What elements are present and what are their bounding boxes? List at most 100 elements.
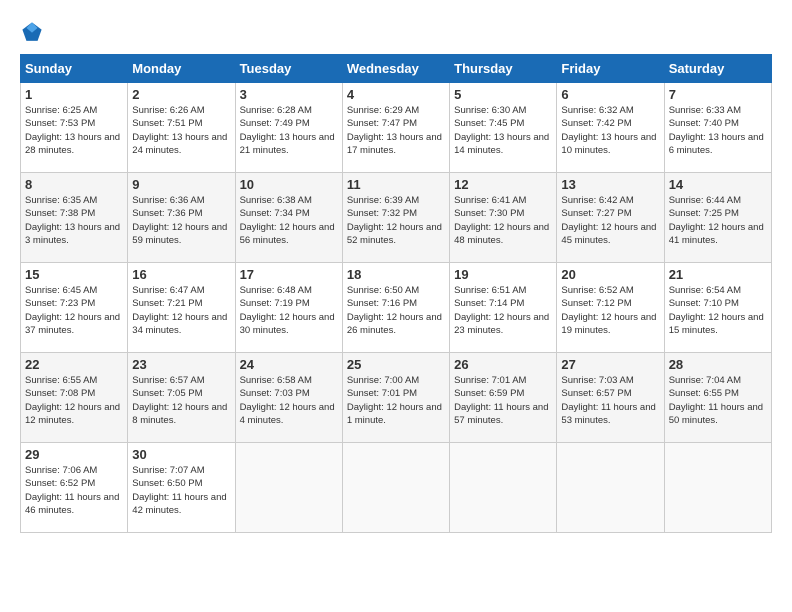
day-info: Sunrise: 6:45 AMSunset: 7:23 PMDaylight:… (25, 284, 123, 337)
calendar-cell: 13 Sunrise: 6:42 AMSunset: 7:27 PMDayligh… (557, 173, 664, 263)
calendar-cell: 21 Sunrise: 6:54 AMSunset: 7:10 PMDayligh… (664, 263, 771, 353)
day-number: 13 (561, 177, 659, 192)
day-number: 12 (454, 177, 552, 192)
calendar-cell: 4 Sunrise: 6:29 AMSunset: 7:47 PMDaylight… (342, 83, 449, 173)
day-info: Sunrise: 6:54 AMSunset: 7:10 PMDaylight:… (669, 284, 767, 337)
logo-icon (20, 20, 44, 44)
day-number: 26 (454, 357, 552, 372)
calendar-cell: 24 Sunrise: 6:58 AMSunset: 7:03 PMDayligh… (235, 353, 342, 443)
calendar-cell: 12 Sunrise: 6:41 AMSunset: 7:30 PMDayligh… (450, 173, 557, 263)
day-number: 19 (454, 267, 552, 282)
day-info: Sunrise: 6:57 AMSunset: 7:05 PMDaylight:… (132, 374, 230, 427)
calendar-cell: 22 Sunrise: 6:55 AMSunset: 7:08 PMDayligh… (21, 353, 128, 443)
calendar-cell: 6Sunrise: 6:32 AMSunset: 7:42 PMDaylight… (557, 83, 664, 173)
calendar-week-4: 22 Sunrise: 6:55 AMSunset: 7:08 PMDayligh… (21, 353, 772, 443)
day-number: 15 (25, 267, 123, 282)
calendar-cell: 28Sunrise: 7:04 AMSunset: 6:55 PMDayligh… (664, 353, 771, 443)
logo (20, 20, 48, 44)
day-info: Sunrise: 6:39 AMSunset: 7:32 PMDaylight:… (347, 194, 445, 247)
calendar-cell: 19 Sunrise: 6:51 AMSunset: 7:14 PMDayligh… (450, 263, 557, 353)
calendar-cell: 7 Sunrise: 6:33 AMSunset: 7:40 PMDaylight… (664, 83, 771, 173)
calendar-cell: 5 Sunrise: 6:30 AMSunset: 7:45 PMDaylight… (450, 83, 557, 173)
calendar-cell: 30 Sunrise: 7:07 AMSunset: 6:50 PMDayligh… (128, 443, 235, 533)
calendar-cell: 29 Sunrise: 7:06 AMSunset: 6:52 PMDayligh… (21, 443, 128, 533)
day-info: Sunrise: 6:44 AMSunset: 7:25 PMDaylight:… (669, 194, 767, 247)
day-number: 27 (561, 357, 659, 372)
calendar-cell: 25 Sunrise: 7:00 AMSunset: 7:01 PMDayligh… (342, 353, 449, 443)
day-number: 25 (347, 357, 445, 372)
calendar-week-3: 15 Sunrise: 6:45 AMSunset: 7:23 PMDayligh… (21, 263, 772, 353)
day-info: Sunrise: 7:03 AMSunset: 6:57 PMDaylight:… (561, 374, 659, 427)
calendar-cell: 23Sunrise: 6:57 AMSunset: 7:05 PMDayligh… (128, 353, 235, 443)
day-info: Sunrise: 7:00 AMSunset: 7:01 PMDaylight:… (347, 374, 445, 427)
day-info: Sunrise: 6:29 AMSunset: 7:47 PMDaylight:… (347, 104, 445, 157)
calendar-week-5: 29 Sunrise: 7:06 AMSunset: 6:52 PMDayligh… (21, 443, 772, 533)
day-info: Sunrise: 6:33 AMSunset: 7:40 PMDaylight:… (669, 104, 767, 157)
day-number: 17 (240, 267, 338, 282)
calendar-cell (235, 443, 342, 533)
calendar-cell: 3Sunrise: 6:28 AMSunset: 7:49 PMDaylight… (235, 83, 342, 173)
day-info: Sunrise: 6:58 AMSunset: 7:03 PMDaylight:… (240, 374, 338, 427)
calendar-cell: 20Sunrise: 6:52 AMSunset: 7:12 PMDayligh… (557, 263, 664, 353)
weekday-header-monday: Monday (128, 55, 235, 83)
day-number: 16 (132, 267, 230, 282)
day-number: 11 (347, 177, 445, 192)
day-number: 5 (454, 87, 552, 102)
day-number: 21 (669, 267, 767, 282)
day-info: Sunrise: 6:51 AMSunset: 7:14 PMDaylight:… (454, 284, 552, 337)
page-header (20, 20, 772, 44)
day-info: Sunrise: 6:42 AMSunset: 7:27 PMDaylight:… (561, 194, 659, 247)
day-info: Sunrise: 6:28 AMSunset: 7:49 PMDaylight:… (240, 104, 338, 157)
day-number: 29 (25, 447, 123, 462)
calendar-cell: 15 Sunrise: 6:45 AMSunset: 7:23 PMDayligh… (21, 263, 128, 353)
day-number: 30 (132, 447, 230, 462)
calendar-cell: 27 Sunrise: 7:03 AMSunset: 6:57 PMDayligh… (557, 353, 664, 443)
calendar-cell (664, 443, 771, 533)
day-info: Sunrise: 6:55 AMSunset: 7:08 PMDaylight:… (25, 374, 123, 427)
day-info: Sunrise: 6:30 AMSunset: 7:45 PMDaylight:… (454, 104, 552, 157)
day-number: 22 (25, 357, 123, 372)
day-info: Sunrise: 6:47 AMSunset: 7:21 PMDaylight:… (132, 284, 230, 337)
day-number: 8 (25, 177, 123, 192)
calendar-week-1: 1 Sunrise: 6:25 AMSunset: 7:53 PMDaylight… (21, 83, 772, 173)
day-number: 2 (132, 87, 230, 102)
day-number: 9 (132, 177, 230, 192)
day-info: Sunrise: 6:38 AMSunset: 7:34 PMDaylight:… (240, 194, 338, 247)
day-number: 20 (561, 267, 659, 282)
weekday-header-wednesday: Wednesday (342, 55, 449, 83)
calendar-cell: 17 Sunrise: 6:48 AMSunset: 7:19 PMDayligh… (235, 263, 342, 353)
calendar-cell: 1 Sunrise: 6:25 AMSunset: 7:53 PMDaylight… (21, 83, 128, 173)
day-info: Sunrise: 6:25 AMSunset: 7:53 PMDaylight:… (25, 104, 123, 157)
day-info: Sunrise: 6:41 AMSunset: 7:30 PMDaylight:… (454, 194, 552, 247)
day-info: Sunrise: 6:26 AMSunset: 7:51 PMDaylight:… (132, 104, 230, 157)
day-info: Sunrise: 7:06 AMSunset: 6:52 PMDaylight:… (25, 464, 123, 517)
day-info: Sunrise: 6:32 AMSunset: 7:42 PMDaylight:… (561, 104, 659, 157)
weekday-header-sunday: Sunday (21, 55, 128, 83)
calendar-cell: 11 Sunrise: 6:39 AMSunset: 7:32 PMDayligh… (342, 173, 449, 263)
calendar-cell: 16 Sunrise: 6:47 AMSunset: 7:21 PMDayligh… (128, 263, 235, 353)
day-info: Sunrise: 7:04 AMSunset: 6:55 PMDaylight:… (669, 374, 767, 427)
day-number: 18 (347, 267, 445, 282)
day-number: 4 (347, 87, 445, 102)
calendar-cell: 18 Sunrise: 6:50 AMSunset: 7:16 PMDayligh… (342, 263, 449, 353)
day-number: 1 (25, 87, 123, 102)
day-info: Sunrise: 6:35 AMSunset: 7:38 PMDaylight:… (25, 194, 123, 247)
weekday-header-row: SundayMondayTuesdayWednesdayThursdayFrid… (21, 55, 772, 83)
day-info: Sunrise: 6:48 AMSunset: 7:19 PMDaylight:… (240, 284, 338, 337)
day-info: Sunrise: 7:01 AMSunset: 6:59 PMDaylight:… (454, 374, 552, 427)
day-info: Sunrise: 7:07 AMSunset: 6:50 PMDaylight:… (132, 464, 230, 517)
day-number: 24 (240, 357, 338, 372)
calendar-cell (557, 443, 664, 533)
calendar-cell: 2 Sunrise: 6:26 AMSunset: 7:51 PMDaylight… (128, 83, 235, 173)
weekday-header-friday: Friday (557, 55, 664, 83)
calendar-cell: 14 Sunrise: 6:44 AMSunset: 7:25 PMDayligh… (664, 173, 771, 263)
weekday-header-saturday: Saturday (664, 55, 771, 83)
day-number: 14 (669, 177, 767, 192)
day-info: Sunrise: 6:50 AMSunset: 7:16 PMDaylight:… (347, 284, 445, 337)
calendar-cell: 9Sunrise: 6:36 AMSunset: 7:36 PMDaylight… (128, 173, 235, 263)
calendar-cell (450, 443, 557, 533)
day-number: 7 (669, 87, 767, 102)
calendar-week-2: 8 Sunrise: 6:35 AMSunset: 7:38 PMDaylight… (21, 173, 772, 263)
calendar-table: SundayMondayTuesdayWednesdayThursdayFrid… (20, 54, 772, 533)
calendar-cell: 8 Sunrise: 6:35 AMSunset: 7:38 PMDaylight… (21, 173, 128, 263)
